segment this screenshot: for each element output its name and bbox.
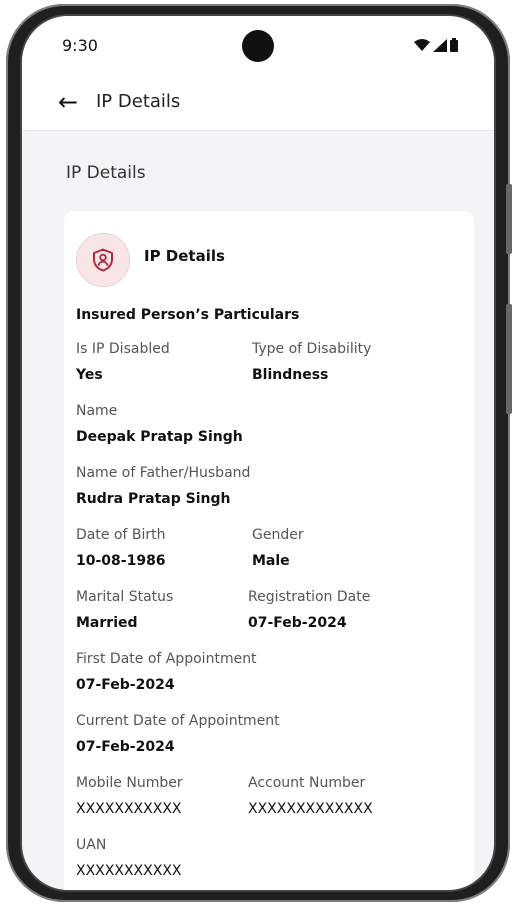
marital-status-value: Married (76, 615, 138, 631)
ip-details-card: IP Details Insured Person’s Particulars … (64, 211, 474, 890)
is-ip-disabled-value: Yes (76, 367, 103, 383)
first-appointment-label: First Date of Appointment (76, 651, 257, 667)
uan-label: UAN (76, 837, 107, 853)
status-icons (414, 38, 458, 52)
wifi-icon (414, 39, 430, 51)
ip-badge (76, 233, 130, 287)
page-content: IP Details IP Details Insured Person’s P… (22, 131, 494, 890)
app-bar-title: IP Details (96, 91, 181, 112)
app-bar: ← IP Details (22, 76, 494, 131)
gender-value: Male (252, 553, 290, 569)
front-camera (242, 30, 274, 62)
dob-label: Date of Birth (76, 527, 166, 543)
phone-screen: 9:30 ← IP Details IP Details IP Details … (20, 14, 496, 892)
registration-date-value: 07-Feb-2024 (248, 615, 347, 631)
name-value: Deepak Pratap Singh (76, 429, 243, 445)
battery-icon (450, 38, 458, 52)
father-husband-label: Name of Father/Husband (76, 465, 251, 481)
registration-date-label: Registration Date (248, 589, 371, 605)
marital-status-label: Marital Status (76, 589, 174, 605)
signal-icon (433, 38, 447, 52)
volume-button (506, 304, 512, 414)
is-ip-disabled-label: Is IP Disabled (76, 341, 170, 357)
status-time: 9:30 (62, 36, 98, 55)
current-appointment-value: 07-Feb-2024 (76, 739, 175, 755)
dob-value: 10-08-1986 (76, 553, 166, 569)
mobile-number-label: Mobile Number (76, 775, 183, 791)
type-of-disability-value: Blindness (252, 367, 329, 383)
group-title: Insured Person’s Particulars (76, 307, 300, 323)
mobile-number-value: XXXXXXXXXXX (76, 801, 182, 817)
arrow-left-icon[interactable]: ← (58, 89, 78, 115)
type-of-disability-label: Type of Disability (252, 341, 372, 357)
father-husband-value: Rudra Pratap Singh (76, 491, 231, 507)
account-number-label: Account Number (248, 775, 366, 791)
phone-frame: 9:30 ← IP Details IP Details IP Details … (6, 4, 512, 902)
current-appointment-label: Current Date of Appointment (76, 713, 280, 729)
power-button (506, 184, 512, 254)
page-title: IP Details (66, 163, 146, 183)
name-label: Name (76, 403, 118, 419)
uan-value: XXXXXXXXXXX (76, 863, 182, 879)
shield-user-icon (93, 248, 113, 272)
account-number-value: XXXXXXXXXXXXX (248, 801, 373, 817)
status-bar: 9:30 (22, 16, 494, 76)
gender-label: Gender (252, 527, 304, 543)
first-appointment-value: 07-Feb-2024 (76, 677, 175, 693)
card-header-title: IP Details (144, 247, 225, 265)
